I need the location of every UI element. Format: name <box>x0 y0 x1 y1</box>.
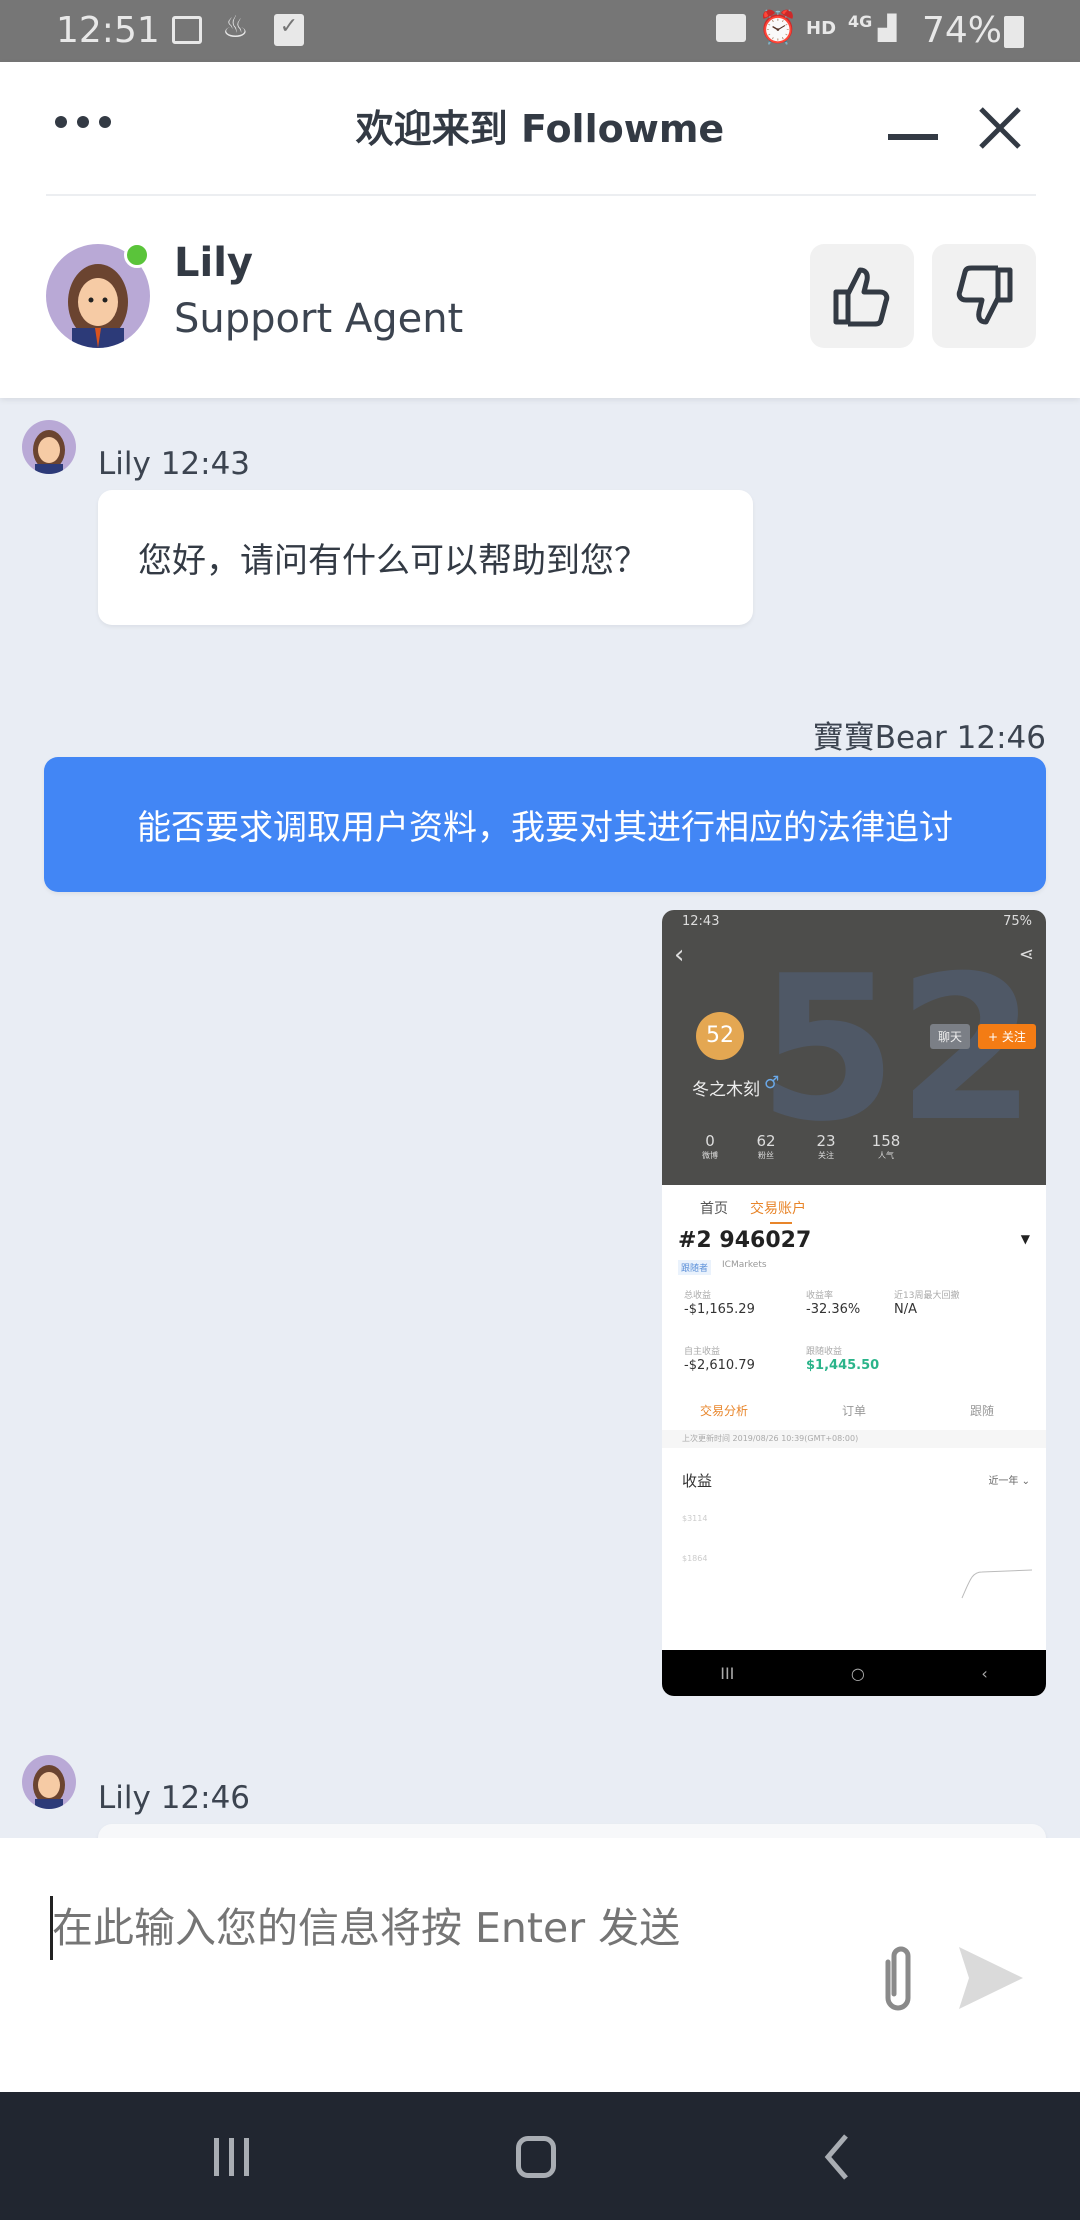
battery-icon <box>1004 16 1024 48</box>
img-account: #2 946027 <box>678 1228 812 1253</box>
img-level-watermark: 52 <box>758 933 1037 1166</box>
user-message-bubble: 能否要求调取用户资料，我要对其进行相应的法律追讨 <box>44 757 1046 892</box>
img-tab: 首页 <box>700 1201 728 1217</box>
hd-indicator: HD <box>806 18 837 39</box>
message-text: 能否要求调取用户资料，我要对其进行相应的法律追讨 <box>137 808 953 848</box>
img-chart-title: 收益 <box>682 1472 713 1490</box>
img-follow-button: + 关注 <box>978 1024 1036 1049</box>
minimize-icon[interactable] <box>888 134 938 140</box>
shared-image-attachment[interactable]: 12:43 75% ‹ ⋖ 52 52 聊天 + 关注 冬之木刻 ♂ 0 微博 6… <box>662 910 1046 1696</box>
img-tab-underline <box>770 1222 792 1224</box>
send-button[interactable] <box>950 1938 1030 2018</box>
thumbs-down-icon <box>956 265 1013 325</box>
message-meta: Lily 12:46 <box>98 1780 251 1816</box>
img-metric-value: N/A <box>894 1302 917 1317</box>
send-icon <box>959 1947 1023 2009</box>
notification-icon: ♨ <box>222 10 249 45</box>
img-chart-line <box>961 1569 1033 1599</box>
lily-avatar-small <box>22 1755 76 1809</box>
img-y-tick: $3114 <box>682 1514 708 1523</box>
header-divider <box>46 194 1036 196</box>
signal-icon: ▟ <box>878 14 897 42</box>
img-metric-label: 近13周最大回撤 <box>894 1291 960 1301</box>
img-metric-value: -32.36% <box>806 1302 861 1317</box>
online-indicator <box>124 242 150 268</box>
chat-header: 欢迎来到 Followme Lily Support Agent <box>0 62 1080 398</box>
agent-role: Support Agent <box>174 296 464 342</box>
home-button[interactable] <box>516 2136 556 2178</box>
img-tag: 跟随者 <box>678 1260 712 1275</box>
recent-apps-button[interactable] <box>214 2138 249 2176</box>
img-chat-button: 聊天 <box>930 1024 971 1049</box>
status-time: 12:51 <box>56 10 160 51</box>
img-back-icon: ‹ <box>674 940 685 970</box>
img-status-time: 12:43 <box>682 914 720 929</box>
agent-name: Lily <box>174 240 253 286</box>
img-metric-label: 跟随收益 <box>806 1347 843 1357</box>
agent-message-bubble: 您好，请问有什么可以帮助到您？ <box>98 490 753 625</box>
message-meta: 寶寶Bear 12:46 <box>812 720 1046 756</box>
paperclip-icon <box>885 1946 911 2011</box>
header-title: 欢迎来到 Followme <box>355 107 725 151</box>
img-metric-value: -$2,610.79 <box>684 1358 755 1373</box>
message-composer <box>0 1838 1080 2092</box>
message-meta: Lily 12:43 <box>98 446 251 482</box>
img-nav-bar: III ○ ‹ <box>662 1650 1046 1696</box>
img-updated-time: 上次更新时间 2019/08/26 10:39(GMT+08:00) <box>662 1430 1046 1448</box>
attach-button[interactable] <box>868 1938 928 2018</box>
img-dropdown-icon: ▼ <box>1020 1232 1030 1246</box>
data-sync-icon <box>716 14 746 42</box>
img-subtab-active: 交易分析 <box>700 1404 749 1418</box>
img-metric-label: 收益率 <box>806 1291 834 1301</box>
back-button[interactable] <box>822 2132 852 2186</box>
thumbs-up-icon <box>833 267 890 327</box>
alarm-icon: ⏰ <box>758 8 798 46</box>
system-nav-bar <box>0 2092 1080 2220</box>
img-tab-active: 交易账户 <box>750 1201 806 1217</box>
thumbs-up-button[interactable] <box>810 244 914 348</box>
close-icon[interactable] <box>970 98 1030 158</box>
gallery-icon <box>172 16 202 44</box>
message-text: 您好，请问有什么可以帮助到您？ <box>138 541 648 581</box>
img-gender: ♂ <box>764 1073 780 1093</box>
img-subtab: 跟随 <box>970 1404 995 1418</box>
img-metric-label: 自主收益 <box>684 1347 721 1357</box>
img-metric-value: $1,445.50 <box>806 1358 880 1373</box>
img-range-select: 近一年 ⌄ <box>988 1476 1030 1487</box>
img-status-battery: 75% <box>1003 914 1032 929</box>
task-icon: ✓ <box>274 14 304 46</box>
message-input[interactable] <box>52 1888 832 1968</box>
lily-avatar-small <box>22 420 76 474</box>
img-subtab: 订单 <box>842 1404 867 1418</box>
network-indicator: 4G <box>848 12 873 31</box>
battery-percent: 74% <box>922 10 1003 51</box>
status-bar: 12:51 ♨ ✓ ⏰ HD 4G ▟ 74% <box>0 0 1080 62</box>
img-metric-label: 总收益 <box>684 1291 712 1301</box>
thumbs-down-button[interactable] <box>932 244 1036 348</box>
img-stats: 0 微博 62 粉丝 23 关注 158 人气 <box>702 1132 901 1160</box>
img-username: 冬之木刻 <box>692 1080 760 1100</box>
img-metric-value: -$1,165.29 <box>684 1302 755 1317</box>
img-tag: ICMarkets <box>722 1260 767 1270</box>
profile-banner: 12:43 75% ‹ ⋖ 52 52 聊天 + 关注 冬之木刻 ♂ 0 微博 6… <box>662 910 1046 1185</box>
img-level-badge: 52 <box>696 1012 744 1060</box>
